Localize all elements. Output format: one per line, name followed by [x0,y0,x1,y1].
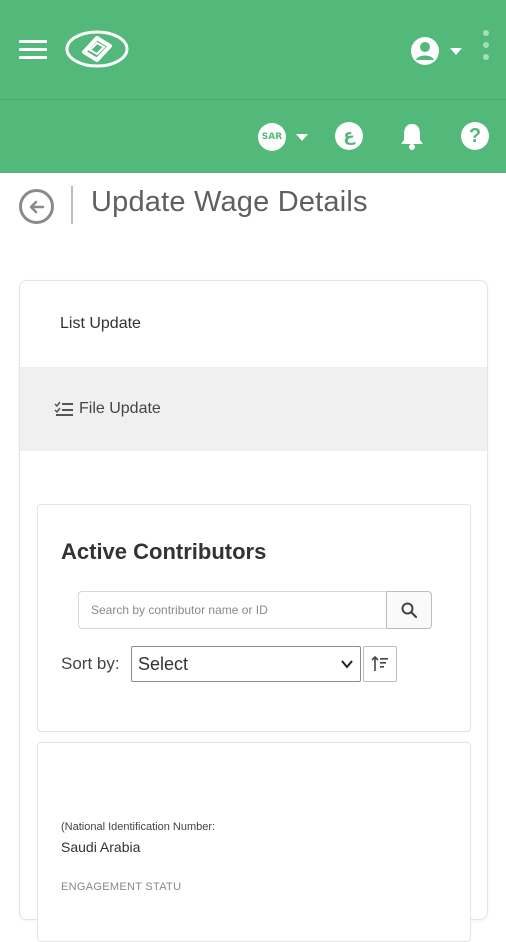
sort-order-button[interactable] [363,646,397,682]
chevron-down-icon [341,660,353,669]
section-title: Active Contributors [61,539,267,564]
tab-list-update[interactable]: List Update [20,281,487,367]
contributor-card[interactable]: (National Identification Number: Saudi A… [37,742,471,942]
nin-label: (National Identification Number: [61,821,216,833]
kebab-menu-icon[interactable] [480,30,492,70]
update-card: List Update File Update Active Contribut… [19,280,488,942]
tab-list-update-label: List Update [60,315,141,332]
engagement-status-label: ENGAGEMENT STATUS [61,881,181,893]
header-toolbar [0,100,506,173]
language-toggle-icon[interactable]: ع [335,122,363,150]
bell-icon[interactable] [398,121,426,151]
chevron-down-icon [296,134,308,141]
gosi-logo[interactable] [64,28,130,70]
app-header [0,0,506,100]
sort-order-icon [371,655,388,671]
page-title: Update Wage Details [91,186,368,218]
search-input[interactable] [78,591,388,629]
sort-select[interactable]: Select [131,646,361,682]
user-icon [411,37,439,65]
active-contributors-panel: Active Contributors Sort by: Select [37,504,471,732]
currency-selector[interactable]: SAR [258,122,314,152]
checklist-icon [54,401,73,416]
hamburger-menu-icon[interactable] [19,40,47,60]
user-menu-button[interactable] [410,36,466,66]
currency-icon: SAR [258,123,286,151]
nationality-value: Saudi Arabia [61,839,141,855]
tab-file-update[interactable]: File Update [20,367,487,451]
search-button[interactable] [386,591,432,629]
tab-file-update-label: File Update [79,400,161,417]
back-button[interactable] [19,189,54,224]
arrow-left-icon [29,200,44,213]
search-icon [401,602,417,618]
help-icon[interactable]: ? [461,122,489,150]
title-divider [71,186,73,224]
sort-label: Sort by: [61,654,120,673]
sort-select-value: Select [138,653,189,674]
chevron-down-icon [450,48,462,55]
